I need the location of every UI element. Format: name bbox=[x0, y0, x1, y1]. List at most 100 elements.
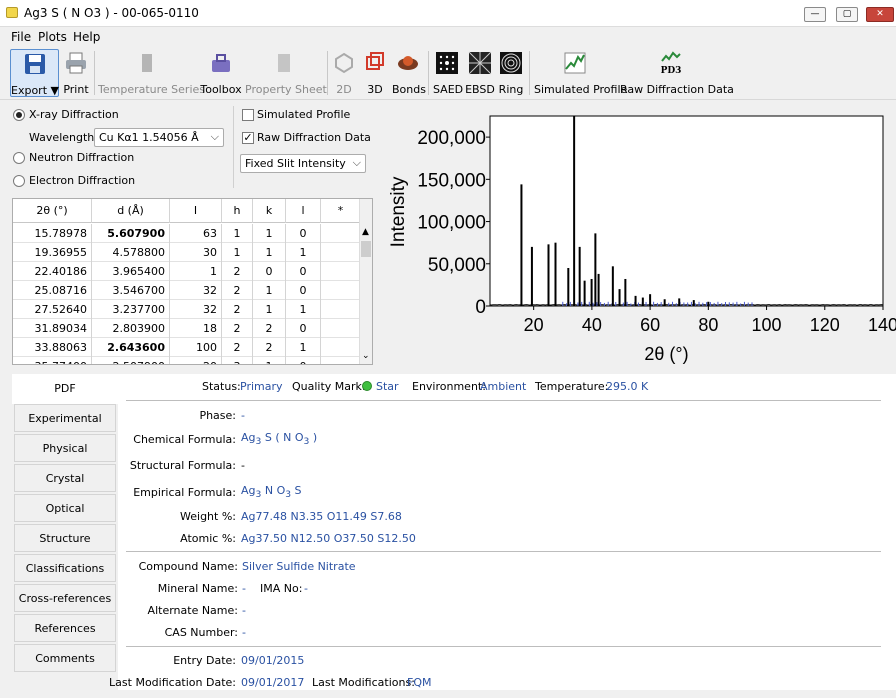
tab-comments[interactable]: Comments bbox=[14, 644, 116, 672]
table-row[interactable]: 35.774002.50790020310 bbox=[13, 357, 361, 364]
tab-cross-references[interactable]: Cross-references bbox=[14, 584, 116, 612]
temperature-series-label: Temperature Series bbox=[98, 83, 206, 96]
close-button[interactable]: ✕ bbox=[866, 7, 894, 22]
column-header[interactable]: d (Å) bbox=[92, 199, 170, 223]
toolbox-label: Toolbox bbox=[200, 83, 242, 96]
scroll-down-icon[interactable]: ⌄ bbox=[362, 351, 370, 361]
3d-button[interactable]: 3D bbox=[361, 49, 389, 97]
table-row[interactable]: 33.88063 2.643600 100 2 2 1 bbox=[13, 338, 361, 357]
divider bbox=[126, 646, 881, 647]
minimize-button[interactable]: — bbox=[804, 7, 826, 22]
bonds-icon bbox=[398, 56, 418, 70]
print-button[interactable]: Print bbox=[62, 49, 90, 97]
ima-number-value: - bbox=[304, 582, 308, 595]
y-axis-label: Intensity bbox=[388, 176, 409, 247]
atomic-percent-value: Ag37.50 N12.50 O37.50 S12.50 bbox=[241, 532, 416, 545]
table-cell: 3 bbox=[222, 357, 253, 364]
temperature-series-button[interactable]: Temperature Series bbox=[98, 49, 206, 97]
raw-diffraction-data-label: Raw Diffraction Data bbox=[620, 83, 734, 96]
property-sheet-button[interactable]: Property Sheet bbox=[245, 49, 327, 97]
neutron-label: Neutron Diffraction bbox=[29, 151, 135, 164]
menu-help[interactable]: Help bbox=[73, 30, 100, 44]
2d-button[interactable]: 2D bbox=[331, 49, 357, 97]
wavelength-label: Wavelength: bbox=[29, 131, 98, 144]
temperature-label: Temperature: bbox=[535, 380, 609, 393]
status-value: Primary bbox=[240, 380, 283, 393]
quality-star-icon bbox=[362, 381, 372, 391]
ring-button[interactable]: Ring bbox=[498, 49, 524, 97]
wavelength-select[interactable]: Cu Kα1 1.54056 Å ⌵ bbox=[94, 128, 224, 147]
x-tick-label: 120 bbox=[810, 315, 840, 335]
cas-number-value: - bbox=[242, 626, 246, 639]
simulated-profile-button[interactable]: Simulated Profile bbox=[534, 49, 627, 97]
table-row[interactable]: 15.78978 5.607900 63 1 1 0 bbox=[13, 224, 361, 243]
slit-intensity-select[interactable]: Fixed Slit Intensity ⌵ bbox=[240, 154, 366, 173]
column-header[interactable]: h bbox=[222, 199, 253, 223]
table-cell: 0 bbox=[253, 262, 286, 281]
table-row[interactable]: 19.36955 4.578800 30 1 1 1 bbox=[13, 243, 361, 262]
column-header[interactable]: I bbox=[170, 199, 222, 223]
chevron-down-icon: ⌵ bbox=[210, 130, 219, 143]
tab-physical[interactable]: Physical bbox=[14, 434, 116, 462]
table-cell: 0 bbox=[286, 262, 321, 281]
toolbar-separator bbox=[529, 51, 530, 95]
raw-data-checkbox[interactable]: ✓ bbox=[242, 132, 254, 144]
scroll-up-icon[interactable]: ▲ bbox=[362, 227, 369, 237]
toolbox-button[interactable]: Toolbox bbox=[200, 49, 242, 97]
column-header[interactable]: 2θ (°) bbox=[13, 199, 92, 223]
entry-date-value: 09/01/2015 bbox=[241, 654, 305, 667]
bonds-button[interactable]: Bonds bbox=[392, 49, 426, 97]
neutron-radio[interactable] bbox=[13, 152, 25, 164]
tab-optical[interactable]: Optical bbox=[14, 494, 116, 522]
column-header[interactable]: * bbox=[321, 199, 361, 223]
maximize-button[interactable]: ▢ bbox=[836, 7, 858, 22]
table-cell bbox=[321, 224, 361, 243]
chemical-formula-value: Ag3 S ( N O3 ) bbox=[241, 431, 318, 448]
saed-button[interactable]: SAED bbox=[433, 49, 463, 97]
tab-structure[interactable]: Structure bbox=[14, 524, 116, 552]
quality-mark-label: Quality Mark: bbox=[292, 380, 366, 393]
peak-table[interactable]: 2θ (°) d (Å) Ih k l * 15.78978 5.607900 63 1 1 0 19… bbox=[12, 198, 373, 365]
diffraction-plot[interactable]: 20 40 60 80 100 120 140 0 50,000 100,000 150,000 20… bbox=[382, 104, 896, 366]
column-header[interactable]: k bbox=[253, 199, 286, 223]
simulated-profile-icon bbox=[564, 52, 586, 74]
environment-value: Ambient bbox=[480, 380, 527, 393]
export-button[interactable]: Export ▼ bbox=[10, 49, 59, 97]
table-cell: 33.88063 bbox=[13, 338, 92, 357]
xray-radio[interactable] bbox=[13, 109, 25, 121]
last-modifications-label: Last Modifications: bbox=[312, 676, 415, 689]
raw-diffraction-data-button[interactable]: PD3 Raw Diffraction Data bbox=[620, 49, 734, 97]
pdf-panel: Status: Primary Quality Mark: Star Envir… bbox=[109, 374, 896, 690]
column-header[interactable]: l bbox=[286, 199, 321, 223]
chevron-down-icon: ⌵ bbox=[352, 156, 361, 169]
table-row[interactable]: 27.52640 3.237700 32 2 1 1 bbox=[13, 300, 361, 319]
table-row[interactable]: 22.40186 3.965400 1 2 0 0 bbox=[13, 262, 361, 281]
3d-label: 3D bbox=[367, 83, 383, 96]
weight-percent-label: Weight %: bbox=[180, 510, 236, 523]
table-cell: 4.578800 bbox=[92, 243, 170, 262]
tab-crystal[interactable]: Crystal bbox=[14, 464, 116, 492]
compound-name-label: Compound Name: bbox=[138, 560, 238, 573]
table-cell bbox=[321, 319, 361, 338]
menu-plots[interactable]: Plots bbox=[38, 30, 67, 44]
alternate-name-label: Alternate Name: bbox=[147, 604, 238, 617]
simulated-profile-checkbox[interactable] bbox=[242, 109, 254, 121]
tab-references[interactable]: References bbox=[14, 614, 116, 642]
bonds-label: Bonds bbox=[392, 83, 426, 96]
table-cell: 27.52640 bbox=[13, 300, 92, 319]
tab-experimental[interactable]: Experimental bbox=[14, 404, 116, 432]
table-cell bbox=[321, 357, 361, 364]
table-cell: 1 bbox=[253, 281, 286, 300]
tab-pdf[interactable]: PDF bbox=[12, 374, 118, 404]
last-modification-date-value: 09/01/2017 bbox=[241, 676, 305, 689]
ebsd-button[interactable]: EBSD bbox=[465, 49, 495, 97]
electron-radio[interactable] bbox=[13, 175, 25, 187]
menu-file[interactable]: File bbox=[11, 30, 31, 44]
x-tick-label: 140 bbox=[868, 315, 896, 335]
scroll-thumb[interactable] bbox=[361, 241, 371, 257]
table-scrollbar[interactable]: ▲ ⌄ bbox=[359, 199, 372, 364]
table-row[interactable]: 31.89034 2.803900 18 2 2 0 bbox=[13, 319, 361, 338]
table-row[interactable]: 25.08716 3.546700 32 2 1 0 bbox=[13, 281, 361, 300]
table-cell: 2 bbox=[222, 338, 253, 357]
tab-classifications[interactable]: Classifications bbox=[14, 554, 116, 582]
